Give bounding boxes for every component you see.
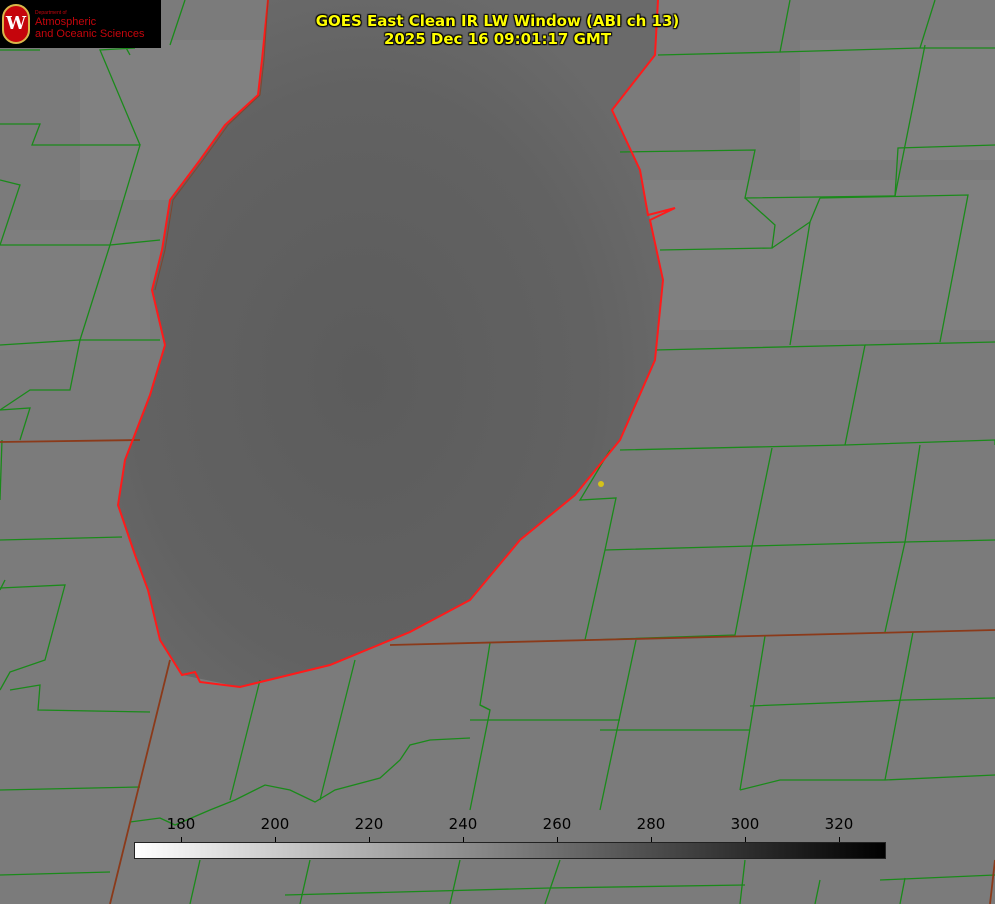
image-timestamp: 2025 Dec 16 09:01:17 GMT xyxy=(383,30,612,48)
colorbar-tick-mark xyxy=(463,837,464,842)
colorbar-tick-label: 260 xyxy=(542,815,572,833)
colorbar-tick-mark xyxy=(557,837,558,842)
colorbar-tick-label: 320 xyxy=(824,815,854,833)
colorbar-tick-mark xyxy=(275,837,276,842)
image-title: GOES East Clean IR LW Window (ABI ch 13) xyxy=(315,12,680,30)
colorbar-tick-label: 300 xyxy=(730,815,760,833)
colorbar-tick-mark xyxy=(181,837,182,842)
colorbar-tick-mark xyxy=(369,837,370,842)
colorbar-tick-label: 280 xyxy=(636,815,666,833)
colorbar-tick-mark xyxy=(839,837,840,842)
satellite-map xyxy=(0,0,995,904)
colorbar-gradient xyxy=(134,842,886,859)
colorbar-tick-label: 220 xyxy=(354,815,384,833)
colorbar-tick-label: 200 xyxy=(260,815,290,833)
colorbar-tick-mark xyxy=(651,837,652,842)
colorbar-tick-label: 240 xyxy=(448,815,478,833)
colorbar-tick-mark xyxy=(745,837,746,842)
colorbar-tick-label: 180 xyxy=(166,815,196,833)
location-marker xyxy=(598,481,604,487)
